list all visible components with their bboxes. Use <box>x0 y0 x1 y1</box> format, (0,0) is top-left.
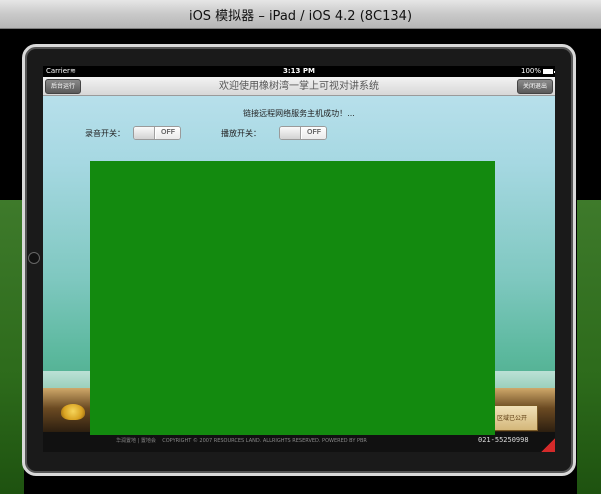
record-switch-state: OFF <box>156 127 180 139</box>
brand-logo-icon <box>61 404 85 420</box>
footer-brand: 华润置地 | 置地会 <box>116 438 156 444</box>
background-run-button[interactable]: 后台运行 <box>45 79 81 94</box>
window-title: iOS 模拟器 – iPad / iOS 4.2 (8C134) <box>188 8 413 24</box>
status-time: 3:13 PM <box>283 67 315 75</box>
record-switch-label: 录音开关： <box>85 129 125 138</box>
simulator-title-bar: iOS 模拟器 – iPad / iOS 4.2 (8C134) <box>0 0 601 29</box>
battery-fill <box>544 70 552 73</box>
footer-copyright-text: COPYRIGHT © 2007 RESOURCES LAND. ALLRIGH… <box>162 438 367 444</box>
ad-badge: 区域已公开 <box>493 405 538 431</box>
desktop-background-left <box>0 200 24 494</box>
battery-icon <box>543 69 555 74</box>
play-switch-label: 播放开关： <box>221 129 261 138</box>
play-switch[interactable]: OFF <box>279 126 327 140</box>
footer-phone: 021-55250998 <box>478 436 529 444</box>
desktop-background-right <box>577 200 601 494</box>
ipad-screen: Carrier ≋ 3:13 PM 100% 后台运行 欢迎使用橡树湾一掌上可视… <box>43 66 555 452</box>
red-corner-decoration <box>541 438 555 452</box>
connection-status-message: 链接远程网络服务主机成功！... <box>243 109 355 118</box>
close-exit-button[interactable]: 关闭退出 <box>517 79 553 94</box>
footer-copyright: 华润置地 | 置地会 COPYRIGHT © 2007 RESOURCES LA… <box>116 437 367 444</box>
battery-label: 100% <box>520 67 541 75</box>
play-switch-knob <box>280 127 301 139</box>
video-view <box>90 161 495 435</box>
record-switch[interactable]: OFF <box>133 126 181 140</box>
status-bar: Carrier ≋ 3:13 PM 100% <box>43 66 555 77</box>
play-switch-state: OFF <box>302 127 326 139</box>
page-title: 欢迎使用橡树湾一掌上可视对讲系统 <box>219 81 379 92</box>
record-switch-knob <box>134 127 155 139</box>
navigation-bar: 后台运行 欢迎使用橡树湾一掌上可视对讲系统 关闭退出 <box>43 77 555 96</box>
home-button[interactable] <box>28 252 40 264</box>
